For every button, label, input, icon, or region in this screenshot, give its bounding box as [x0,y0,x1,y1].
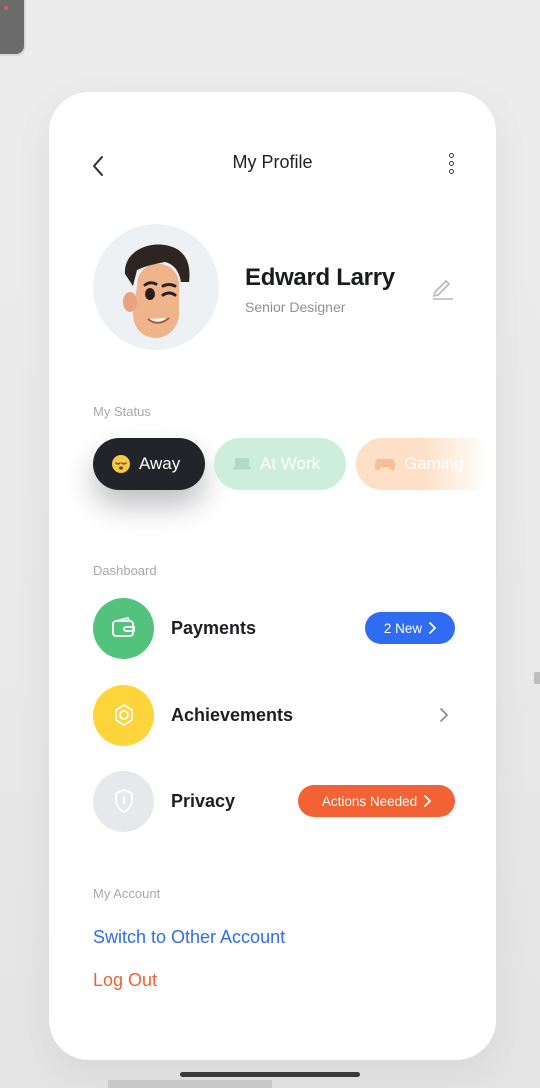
bottom-strip [108,1080,272,1088]
home-indicator[interactable] [180,1072,360,1077]
medal-icon [114,704,133,726]
chevron-right-icon [429,622,437,634]
status-chip-label: At Work [260,454,321,473]
status-chip-label: Gaming [404,454,464,473]
corner-window-widget[interactable] [0,0,26,56]
wallet-icon [111,617,135,637]
avatar[interactable] [93,224,219,350]
profile-role: Senior Designer [245,299,346,315]
shield-icon [114,789,133,813]
status-chip-away[interactable]: Away [93,438,205,490]
status-chip-label: Away [139,454,181,473]
more-dot-icon [448,152,454,158]
switch-account-link[interactable]: Switch to Other Account [93,927,285,948]
dashboard-item-label: Privacy [171,790,236,811]
status-section-label: My Status [93,404,151,419]
dashboard-item-label: Achievements [171,704,294,725]
status-dot [4,6,8,10]
pencil-icon [433,280,453,300]
privacy-icon-circle [93,770,154,832]
page-title: My Profile [232,152,313,172]
top-bar: My Profile [49,138,496,192]
badge-label: 2 New [383,620,423,636]
laptop-icon [233,458,251,470]
more-options-button[interactable] [444,148,458,178]
dashboard-section-label: Dashboard [93,563,157,578]
status-chips: Away At Work Gaming [93,438,496,494]
chevron-right-icon [437,705,451,725]
more-dot-icon [448,160,454,166]
profile-name: Edward Larry [245,264,395,291]
dashboard-item-label: Payments [171,617,257,638]
profile-screen: My Profile Edward Larry Senior Designer … [49,92,496,1060]
privacy-actions-badge[interactable]: Actions Needed [298,785,455,817]
memoji-avatar-icon [123,244,190,338]
more-dot-icon [448,168,454,174]
status-chip-gaming[interactable]: Gaming [356,438,496,490]
badge-label: Actions Needed [321,793,418,809]
logout-link[interactable]: Log Out [93,970,157,991]
edit-profile-button[interactable] [430,274,456,300]
payments-new-badge[interactable]: 2 New [365,612,455,644]
account-section-label: My Account [93,886,161,901]
dashboard-item-privacy[interactable]: Privacy Actions Needed [93,770,455,832]
dashboard-item-achievements[interactable]: Achievements [93,684,455,746]
payments-icon-circle [93,597,154,659]
chevron-right-icon [424,795,432,807]
achievements-icon-circle [93,684,154,746]
side-handle [534,672,540,684]
sleepy-emoji-icon [112,455,130,473]
status-chip-at-work[interactable]: At Work [214,438,346,490]
dashboard-item-payments[interactable]: Payments 2 New [93,597,455,659]
gamepad-icon [374,459,396,471]
